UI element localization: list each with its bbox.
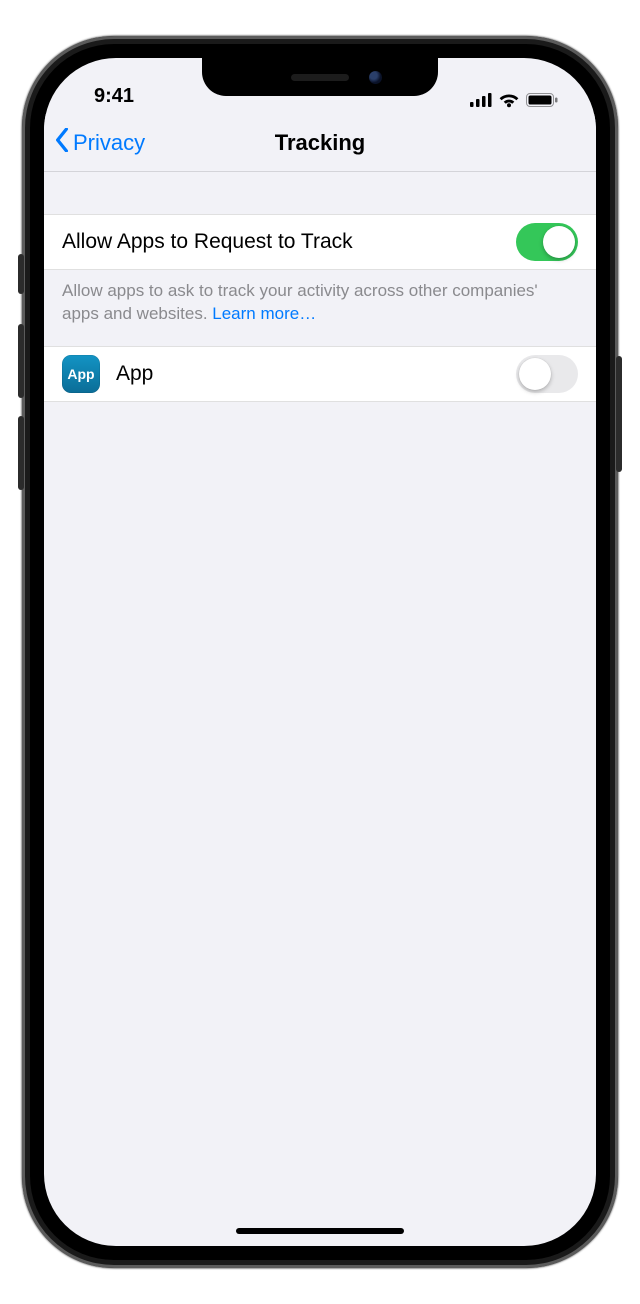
notch [202,58,438,96]
wifi-icon [498,92,520,108]
status-time: 9:41 [94,85,134,108]
speaker-grill [291,74,349,81]
app-name-label: App [116,362,516,386]
allow-tracking-cell: Allow Apps to Request to Track [44,214,596,270]
learn-more-link[interactable]: Learn more… [212,304,316,323]
phone-frame: 9:41 Privacy Tracki [22,36,618,1268]
page-title: Tracking [275,130,365,156]
allow-tracking-footer: Allow apps to ask to track your activity… [44,270,596,326]
allow-tracking-label: Allow Apps to Request to Track [62,230,516,254]
home-indicator[interactable] [236,1228,404,1234]
front-camera [369,71,382,84]
chevron-left-icon [54,128,70,158]
back-button[interactable]: Privacy [54,128,145,158]
mute-switch[interactable] [18,254,24,294]
screen: 9:41 Privacy Tracki [44,58,596,1246]
cellular-icon [470,93,492,107]
back-label: Privacy [73,130,145,156]
volume-up-button[interactable] [18,324,24,398]
side-button[interactable] [616,356,622,472]
volume-down-button[interactable] [18,416,24,490]
app-icon: App [62,355,100,393]
battery-icon [526,93,558,107]
app-tracking-row: App App [44,346,596,402]
navigation-bar: Privacy Tracking [44,114,596,172]
allow-tracking-toggle[interactable] [516,223,578,261]
app-tracking-toggle[interactable] [516,355,578,393]
